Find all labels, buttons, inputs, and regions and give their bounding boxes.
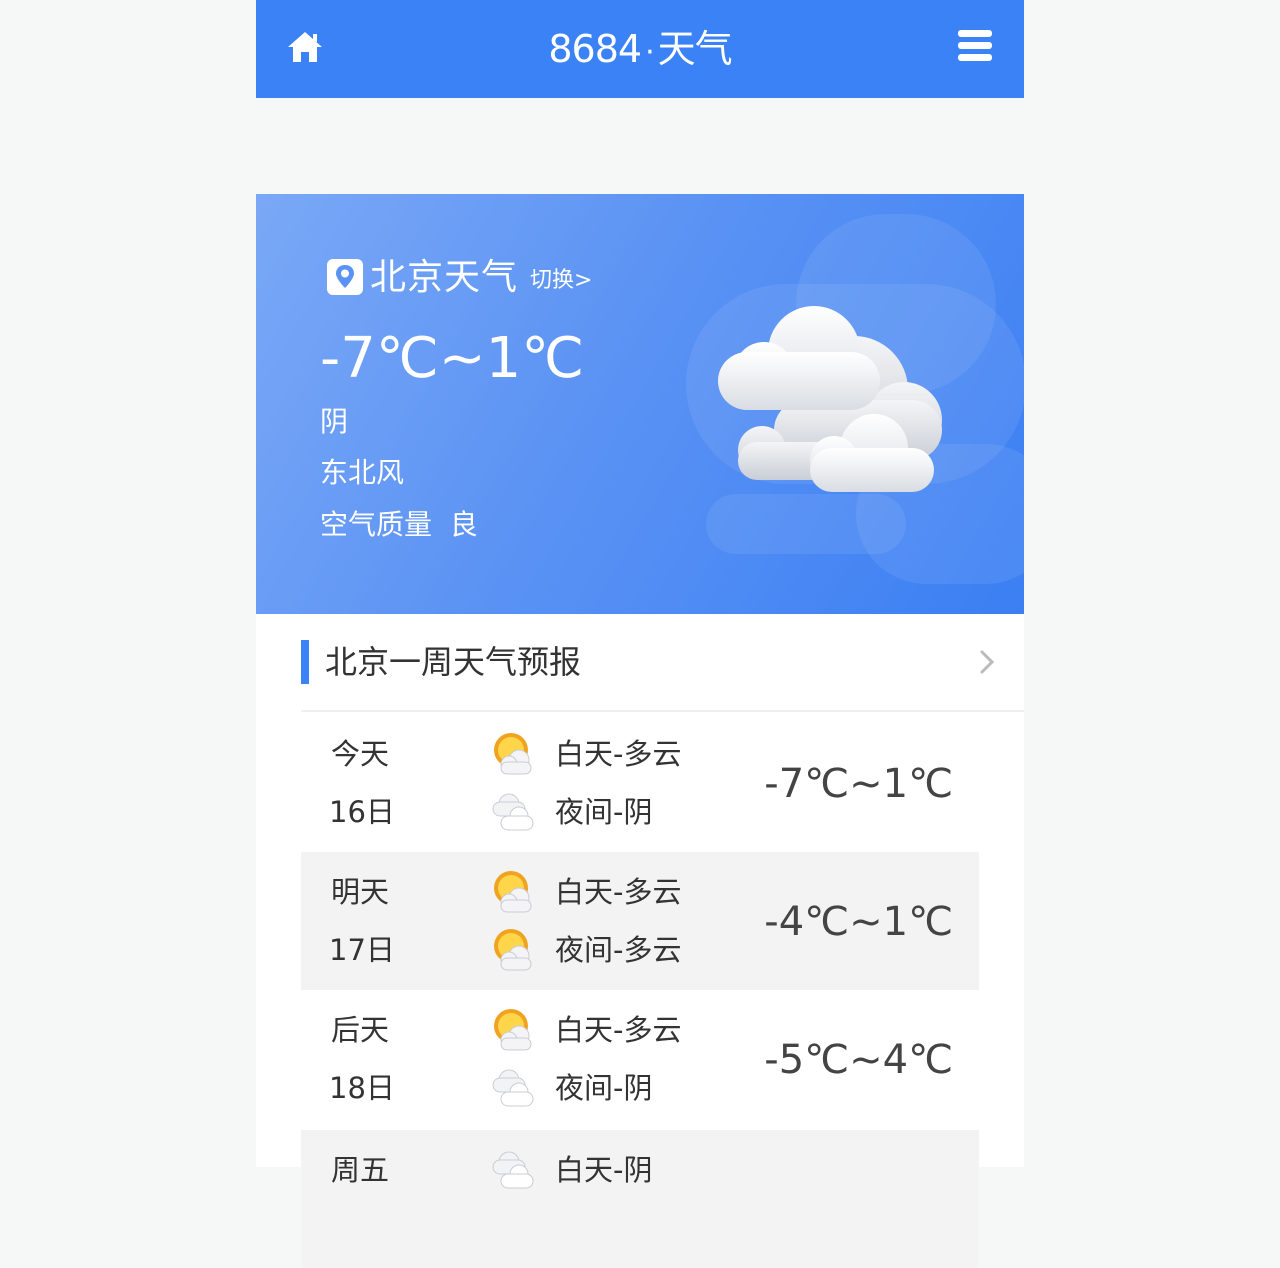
day-date: 17日 bbox=[329, 933, 395, 967]
day-weather: 白天-多云 bbox=[555, 737, 682, 771]
location-pin-icon bbox=[327, 259, 363, 295]
cloudy-icon bbox=[718, 306, 942, 492]
night-weather: 夜间-阴 bbox=[555, 795, 653, 829]
partly-cloudy-icon bbox=[494, 929, 532, 971]
forecast-row[interactable]: 明天 17日 白天-多云 夜间-多云 -4℃~1℃ bbox=[301, 852, 979, 990]
day-name: 今天 bbox=[331, 737, 390, 771]
current-weather-card: 北京天气 切换> -7℃~1℃ 阴 东北风 空气质量 良 bbox=[256, 194, 1024, 614]
night-weather: 夜间-多云 bbox=[555, 933, 682, 967]
day-date: 18日 bbox=[329, 1071, 395, 1105]
night-weather: 夜间-阴 bbox=[555, 1071, 653, 1105]
forecast-row[interactable]: 周五 白天-阴 bbox=[301, 1130, 979, 1268]
site-logo[interactable]: 8684 · 天气 bbox=[256, 26, 1024, 76]
day-name: 后天 bbox=[331, 1013, 390, 1047]
divider bbox=[301, 710, 1024, 712]
current-condition: 阴 bbox=[320, 405, 349, 438]
partly-cloudy-icon bbox=[494, 733, 532, 775]
logo-number: 8684 bbox=[548, 27, 642, 71]
city-row: 北京天气 切换> bbox=[326, 254, 592, 300]
overcast-icon bbox=[492, 1069, 534, 1107]
section-accent-bar bbox=[301, 640, 309, 684]
logo-text: 天气 bbox=[657, 27, 733, 71]
overcast-icon bbox=[492, 1151, 534, 1189]
weekly-forecast-header[interactable]: 北京一周天气预报 bbox=[301, 640, 1001, 684]
day-name: 周五 bbox=[331, 1153, 390, 1187]
day-name: 明天 bbox=[331, 875, 390, 909]
menu-icon[interactable] bbox=[958, 30, 992, 64]
overcast-icon bbox=[492, 793, 534, 831]
top-bar: 8684 · 天气 bbox=[256, 0, 1024, 98]
day-weather: 白天-阴 bbox=[555, 1153, 653, 1187]
partly-cloudy-icon bbox=[494, 871, 532, 913]
day-weather: 白天-多云 bbox=[555, 875, 682, 909]
forecast-row[interactable]: 后天 18日 白天-多云 夜间-阴 -5℃~4℃ bbox=[301, 990, 979, 1128]
day-temp-range: -5℃~4℃ bbox=[764, 1037, 953, 1083]
weekly-forecast: 北京一周天气预报 今天 16日 白天-多云 夜间-阴 -7℃~1℃ 明天 17日… bbox=[256, 614, 1024, 1268]
day-temp-range: -4℃~1℃ bbox=[764, 899, 953, 945]
day-date: 16日 bbox=[329, 795, 395, 829]
logo-dot: · bbox=[645, 35, 654, 70]
city-name: 北京天气 bbox=[370, 257, 519, 298]
current-wind: 东北风 bbox=[320, 456, 405, 489]
section-title: 北京一周天气预报 bbox=[325, 643, 582, 681]
partly-cloudy-icon bbox=[494, 1009, 532, 1051]
page: 8684 · 天气 北京天气 切换> -7℃~1℃ 阴 东北风 空气质量 良 北… bbox=[256, 0, 1024, 1268]
chevron-right-icon bbox=[980, 650, 995, 674]
current-temp-range: -7℃~1℃ bbox=[320, 326, 585, 391]
forecast-row[interactable]: 今天 16日 白天-多云 夜间-阴 -7℃~1℃ bbox=[301, 714, 979, 852]
switch-city-link[interactable]: 切换> bbox=[530, 266, 592, 300]
day-temp-range: -7℃~1℃ bbox=[764, 761, 953, 807]
day-weather: 白天-多云 bbox=[555, 1013, 682, 1047]
air-quality: 空气质量 良 bbox=[320, 508, 478, 541]
